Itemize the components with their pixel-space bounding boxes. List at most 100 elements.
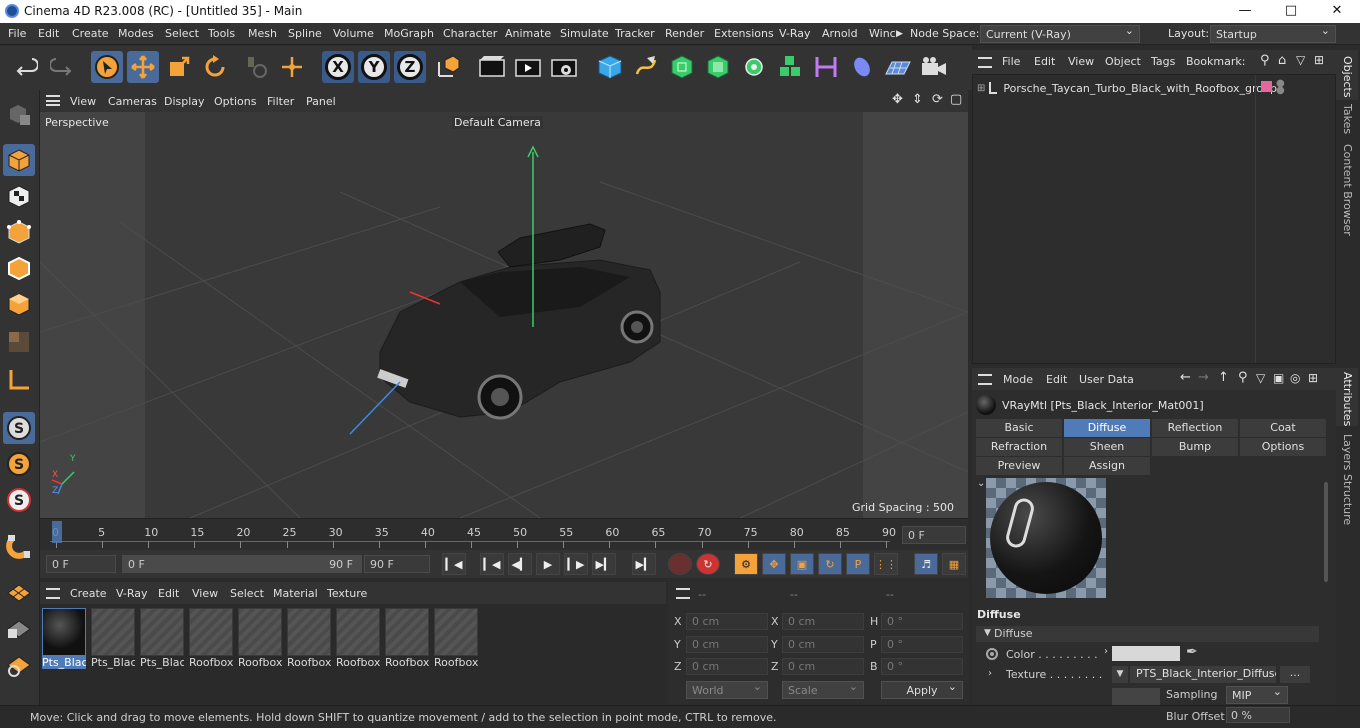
tab-structure[interactable]: Structure — [1341, 474, 1354, 525]
menu-select[interactable]: Select — [165, 27, 199, 40]
menu-mesh[interactable]: Mesh — [248, 27, 277, 40]
object-menu-object[interactable]: Object — [1105, 55, 1141, 68]
make-editable-icon[interactable] — [3, 98, 35, 130]
menu-character[interactable]: Character — [443, 27, 497, 40]
position-x-field[interactable]: 0 cm — [686, 613, 768, 630]
cloner-icon[interactable] — [738, 51, 770, 83]
minimize-button[interactable]: — — [1222, 0, 1268, 23]
go-to-end-icon[interactable]: ▶▎ — [632, 553, 656, 575]
record-point-level-icon[interactable]: ⋮⋮ — [874, 553, 898, 575]
extrude-generator-icon[interactable] — [702, 51, 734, 83]
material-swatch[interactable]: Roofbox — [336, 608, 380, 670]
position-z-field[interactable]: 0 cm — [686, 658, 768, 675]
coordinate-space-dropdown[interactable]: World — [686, 680, 768, 699]
maximize-button[interactable]: □ — [1268, 0, 1314, 23]
attr-new-window-icon[interactable]: ⊞ — [1308, 371, 1318, 385]
texture-expand-icon[interactable]: › — [988, 668, 992, 679]
play-forward-icon[interactable]: ▶ — [536, 553, 560, 575]
magnet-icon[interactable] — [3, 530, 35, 562]
menu-create[interactable]: Create — [72, 27, 109, 40]
record-rotation-icon[interactable]: ↻ — [818, 553, 842, 575]
tab-basic[interactable]: Basic — [976, 419, 1062, 437]
record-scale-icon[interactable]: ▣ — [790, 553, 814, 575]
viewport-menu-options[interactable]: Options — [214, 95, 256, 108]
move-tool-icon[interactable] — [127, 51, 159, 83]
object-new-window-icon[interactable]: ⊞ — [1314, 53, 1324, 67]
menu-extensions[interactable]: Extensions — [714, 27, 774, 40]
material-preview[interactable] — [986, 478, 1106, 598]
mograph-cubes-icon[interactable] — [774, 51, 806, 83]
coordinate-system-icon[interactable] — [432, 51, 464, 83]
material-menu-material[interactable]: Material — [273, 587, 318, 600]
attr-target-icon[interactable]: ◎ — [1290, 371, 1300, 385]
attr-scrollbar[interactable] — [1324, 482, 1328, 582]
attr-forward-arrow-icon[interactable]: → — [1198, 370, 1209, 385]
preview-range-slider[interactable]: 0 F 90 F — [122, 555, 362, 573]
end-frame-field[interactable]: 90 F — [364, 555, 430, 573]
tab-objects[interactable]: Objects — [1341, 56, 1354, 98]
material-swatch[interactable]: Roofbox — [238, 608, 282, 670]
tab-content-browser[interactable]: Content Browser — [1341, 144, 1354, 236]
texture-file-field[interactable]: PTS_Black_Interior_Diffuse.p — [1130, 666, 1276, 683]
menu-mograph[interactable]: MoGraph — [384, 27, 434, 40]
object-menu-edit[interactable]: Edit — [1034, 55, 1055, 68]
preview-collapse-icon[interactable]: ⌄ — [977, 478, 985, 489]
diffuse-group-header[interactable]: ▼ Diffuse — [976, 626, 1319, 642]
subdivision-surface-icon[interactable] — [666, 51, 698, 83]
tab-reflection[interactable]: Reflection — [1152, 419, 1238, 437]
texture-mode-icon[interactable] — [3, 180, 35, 212]
object-menu-view[interactable]: View — [1068, 55, 1094, 68]
object-home-icon[interactable]: ⌂ — [1278, 53, 1286, 68]
size-z-field[interactable]: 0 cm — [782, 658, 864, 675]
menu-file[interactable]: File — [8, 27, 26, 40]
viewport-maximize-icon[interactable]: ▢ — [950, 92, 962, 107]
material-menu-edit[interactable]: Edit — [158, 587, 179, 600]
field-object-icon[interactable] — [846, 51, 878, 83]
menu-overflow-arrow-icon[interactable]: ▶ — [896, 29, 903, 39]
attr-hamburger-icon[interactable] — [978, 374, 992, 385]
viewport-menu-view[interactable]: View — [70, 95, 96, 108]
next-frame-icon[interactable]: ▎▶ — [564, 553, 588, 575]
menu-spline[interactable]: Spline — [288, 27, 322, 40]
rotate-tool-icon[interactable] — [199, 51, 231, 83]
viewport-camera-label[interactable]: Default Camera — [452, 116, 543, 129]
layout-dropdown[interactable]: Startup — [1210, 24, 1336, 43]
recent-tool-icon[interactable] — [240, 51, 272, 83]
material-swatch[interactable]: Pts_Blacl — [140, 608, 184, 670]
coordinates-hamburger-icon[interactable] — [676, 588, 690, 599]
viewport-menu-filter[interactable]: Filter — [267, 95, 294, 108]
live-selection-icon[interactable] — [91, 51, 123, 83]
autokeying-icon[interactable]: ↻ — [696, 553, 720, 575]
material-menu-view[interactable]: View — [192, 587, 218, 600]
material-swatch[interactable]: Roofbox — [189, 608, 233, 670]
close-button[interactable]: ✕ — [1314, 0, 1360, 23]
object-row[interactable]: ⊞ Porsche_Taycan_Turbo_Black_with_Roofbo… — [977, 79, 1277, 97]
tab-assign[interactable]: Assign — [1064, 457, 1150, 475]
texture-browse-button[interactable]: ... — [1280, 666, 1310, 683]
tab-options[interactable]: Options — [1240, 438, 1326, 456]
viewport-rotate-icon[interactable]: ⟳ — [932, 92, 943, 107]
color-animate-icon[interactable] — [986, 648, 998, 660]
render-to-picture-viewer-icon[interactable] — [512, 51, 544, 83]
cube-primitive-icon[interactable] — [594, 51, 626, 83]
planar-workplane-icon[interactable] — [3, 648, 35, 680]
size-x-field[interactable]: 0 cm — [782, 613, 864, 630]
tab-layers[interactable]: Layers — [1341, 434, 1354, 470]
menu-tracker[interactable]: Tracker — [615, 27, 655, 40]
previous-frame-icon[interactable]: ◀▎ — [508, 553, 532, 575]
edges-mode-icon[interactable] — [3, 252, 35, 284]
material-menu-texture[interactable]: Texture — [327, 587, 367, 600]
record-active-objects-icon[interactable] — [668, 553, 692, 575]
z-axis-lock-button[interactable]: Z — [394, 51, 426, 83]
apply-button[interactable]: Apply — [881, 680, 963, 699]
menu-edit[interactable]: Edit — [38, 27, 59, 40]
axis-mode-icon[interactable] — [3, 364, 35, 396]
redo-icon[interactable] — [46, 51, 78, 83]
attr-back-arrow-icon[interactable]: ← — [1180, 370, 1191, 385]
scale-tool-icon[interactable] — [163, 51, 195, 83]
material-swatch[interactable]: Roofbox — [434, 608, 478, 670]
tab-attributes[interactable]: Attributes — [1341, 372, 1354, 426]
attr-menu-user-data[interactable]: User Data — [1079, 373, 1134, 386]
material-hamburger-icon[interactable] — [46, 588, 60, 599]
position-y-field[interactable]: 0 cm — [686, 636, 768, 653]
